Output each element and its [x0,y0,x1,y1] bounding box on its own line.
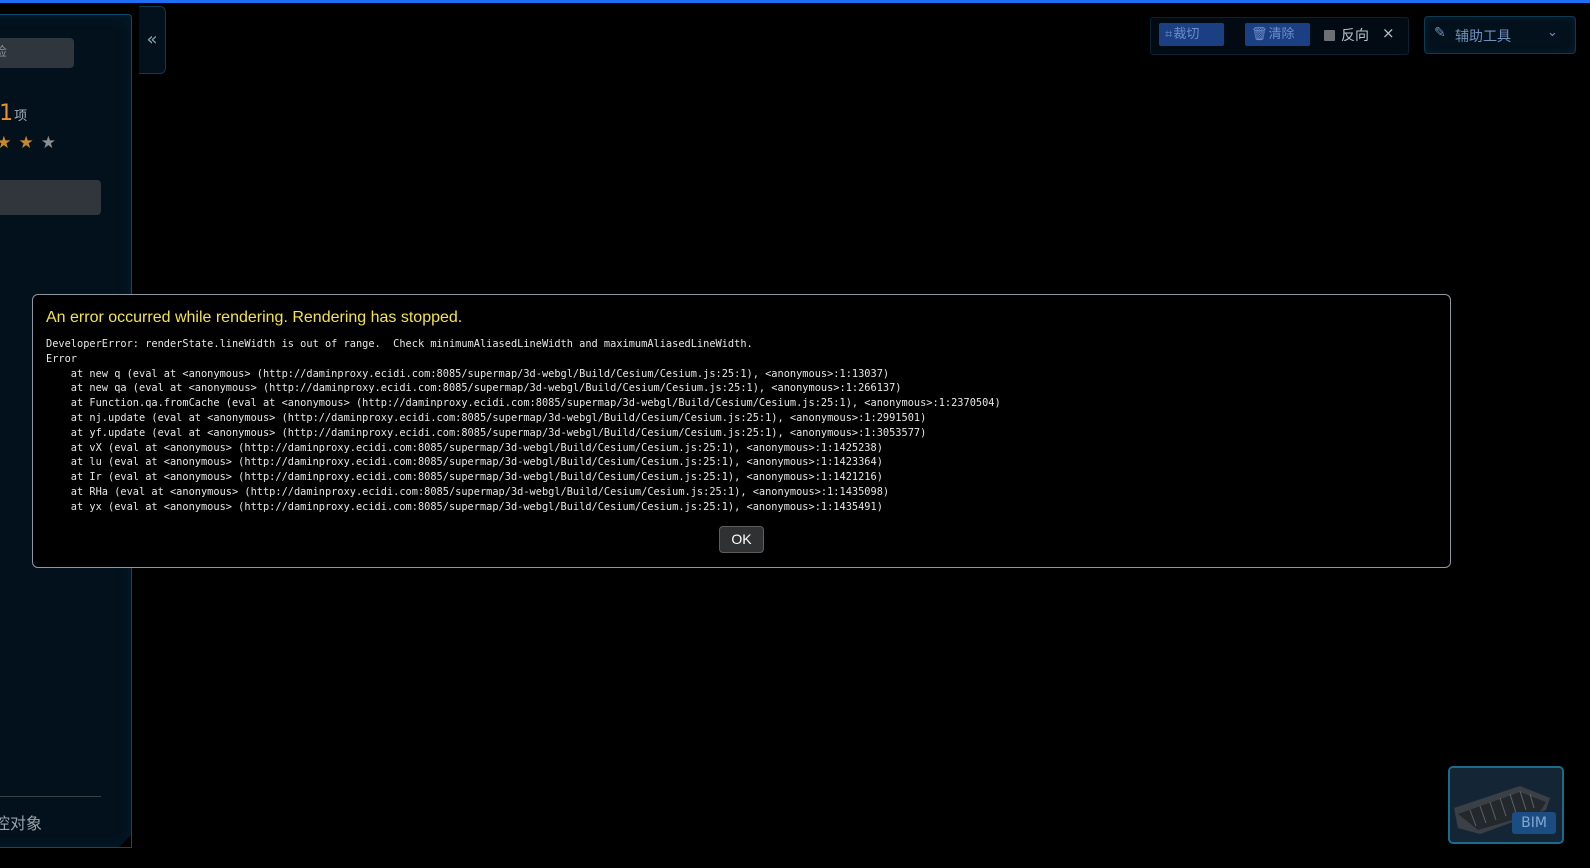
defect-count: 1 [0,101,14,126]
inspection-search-label: 巡检 [0,45,8,60]
collapse-panel-button[interactable]: « [139,6,166,74]
error-title: An error occurred while rendering. Rende… [46,309,463,326]
trash-icon: 🗑 [1251,27,1268,42]
inspection-search-button[interactable]: 巡检 [0,38,74,68]
assist-tools-dropdown[interactable]: ✎ 辅助工具 ⌄ [1424,16,1576,54]
defect-summary: 陷 1项 [0,101,27,126]
invert-label: 反向 [1341,28,1369,44]
clear-label: 清除 [1268,27,1295,42]
invert-checkbox[interactable] [1324,30,1335,41]
panel-action-button[interactable] [0,180,101,215]
panel-divider [0,796,101,797]
star-filled-icon: ★ [0,133,12,153]
crop-button[interactable]: ⌗裁切 [1159,23,1224,46]
app-viewport: 巡检 陷 1项 ★★★★ 监控对象 « ⌗裁切 🗑清除 反向 × ✎ 辅助工具 … [0,0,1590,868]
error-stack-trace: DeveloperError: renderState.lineWidth is… [46,338,1001,513]
double-chevron-left-icon: « [146,29,158,50]
clip-toolbar: ⌗裁切 🗑清除 反向 × [1150,17,1409,55]
chevron-down-icon: ⌄ [1547,25,1558,40]
star-filled-icon: ★ [18,133,34,153]
bim-badge: BIM [1512,812,1556,834]
monitor-object-label[interactable]: 监控对象 [0,810,42,834]
invert-toggle[interactable]: 反向 [1324,25,1369,45]
edit-icon: ✎ [1434,25,1446,41]
crop-icon: ⌗ [1165,27,1173,42]
rating-stars: ★★★★ [0,133,63,153]
star-empty-icon: ★ [40,133,56,153]
top-accent-bar [0,0,1590,3]
crop-label: 裁切 [1173,27,1200,42]
bim-thumbnail[interactable]: BIM [1448,766,1564,844]
clear-button[interactable]: 🗑清除 [1245,23,1310,46]
ok-button[interactable]: OK [719,526,764,553]
render-error-dialog: An error occurred while rendering. Rende… [32,294,1451,568]
defect-suffix: 项 [14,109,28,124]
close-icon[interactable]: × [1382,24,1395,42]
assist-tools-label: 辅助工具 [1455,29,1511,45]
